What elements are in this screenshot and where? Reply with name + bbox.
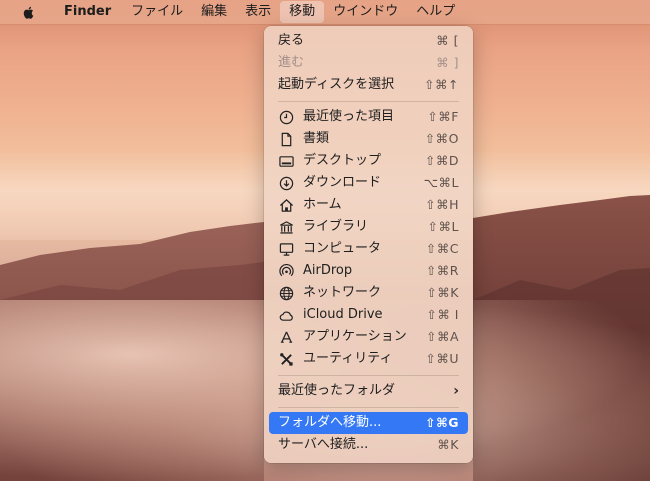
menu-edit[interactable]: 編集: [192, 1, 236, 23]
shortcut-label: ⌘ ]: [436, 55, 459, 70]
menu-item-label: ユーティリティ: [303, 351, 393, 366]
shortcut-label: ⇧⌘A: [425, 329, 459, 344]
shortcut-label: ⇧⌘F: [427, 109, 459, 124]
menu-view[interactable]: 表示: [236, 1, 280, 23]
shortcut-label: ⇧⌘D: [424, 153, 459, 168]
shortcut-label: ⇧⌘↑: [424, 77, 459, 92]
menu-file[interactable]: ファイル: [122, 1, 192, 23]
menu-item-icloud-drive[interactable]: iCloud Drive ⇧⌘ I: [269, 304, 468, 326]
clock-icon: [278, 109, 294, 125]
menu-item-home[interactable]: ホーム ⇧⌘H: [269, 194, 468, 216]
shortcut-label: ⌥⌘L: [423, 175, 459, 190]
shortcut-label: ⇧⌘C: [425, 241, 459, 256]
menu-item-label: 進む: [278, 55, 305, 70]
chevron-right-icon: ›: [453, 383, 459, 399]
cloud-icon: [278, 307, 294, 323]
shortcut-label: ⇧⌘R: [425, 263, 459, 278]
document-icon: [278, 131, 294, 147]
library-icon: [278, 219, 294, 235]
network-icon: [278, 285, 294, 301]
menu-item-connect-to-server[interactable]: サーバへ接続... ⌘K: [269, 434, 468, 456]
menu-item-label: フォルダへ移動...: [278, 415, 382, 430]
menu-item-label: 戻る: [278, 33, 305, 48]
menu-item-label: 最近使った項目: [303, 109, 395, 124]
menu-item-label: 起動ディスクを選択: [278, 77, 395, 92]
download-icon: [278, 175, 294, 191]
menu-item-label: デスクトップ: [303, 153, 382, 168]
menu-item-label: AirDrop: [303, 263, 353, 278]
menu-bar: Finder ファイル 編集 表示 移動 ウインドウ ヘルプ: [0, 0, 650, 24]
menu-item-forward: 進む ⌘ ]: [269, 52, 468, 74]
menu-item-documents[interactable]: 書類 ⇧⌘O: [269, 128, 468, 150]
menu-item-select-startup-disk[interactable]: 起動ディスクを選択 ⇧⌘↑: [269, 74, 468, 96]
menu-item-label: ネットワーク: [303, 285, 382, 300]
menu-separator: [278, 375, 459, 376]
menu-item-label: iCloud Drive: [303, 307, 383, 322]
shortcut-label: ⇧⌘ I: [426, 307, 459, 322]
menu-separator: [278, 101, 459, 102]
menu-item-back[interactable]: 戻る ⌘ [: [269, 30, 468, 52]
shortcut-label: ⌘K: [437, 437, 459, 452]
menu-item-label: ダウンロード: [303, 175, 382, 190]
menu-item-library[interactable]: ライブラリ ⇧⌘L: [269, 216, 468, 238]
menu-item-label: 最近使ったフォルダ: [278, 383, 396, 398]
apple-icon[interactable]: [19, 2, 39, 22]
computer-icon: [278, 241, 294, 257]
menu-item-label: アプリケーション: [303, 329, 407, 344]
desktop-icon: [278, 153, 294, 169]
menu-help[interactable]: ヘルプ: [407, 1, 464, 23]
menu-item-recent-folders[interactable]: 最近使ったフォルダ ›: [269, 380, 468, 402]
menu-item-utilities[interactable]: ユーティリティ ⇧⌘U: [269, 348, 468, 370]
menu-item-go-to-folder[interactable]: フォルダへ移動... ⇧⌘G: [269, 412, 468, 434]
go-dropdown-menu: 戻る ⌘ [ 進む ⌘ ] 起動ディスクを選択 ⇧⌘↑ 最近使った項目 ⇧⌘F …: [264, 26, 473, 463]
menu-separator: [278, 407, 459, 408]
shortcut-label: ⇧⌘K: [426, 285, 459, 300]
menu-item-downloads[interactable]: ダウンロード ⌥⌘L: [269, 172, 468, 194]
menu-go[interactable]: 移動: [280, 1, 325, 23]
shortcut-label: ⇧⌘O: [424, 131, 459, 146]
menu-item-label: コンピュータ: [303, 241, 382, 256]
applications-icon: [278, 329, 294, 345]
menu-window[interactable]: ウインドウ: [324, 1, 407, 23]
menu-item-label: サーバへ接続...: [278, 437, 369, 452]
menu-item-desktop[interactable]: デスクトップ ⇧⌘D: [269, 150, 468, 172]
utilities-icon: [278, 351, 294, 367]
menu-finder[interactable]: Finder: [55, 1, 120, 23]
airdrop-icon: [278, 263, 294, 279]
menu-item-airdrop[interactable]: AirDrop ⇧⌘R: [269, 260, 468, 282]
menu-item-label: ホーム: [303, 197, 342, 212]
menu-item-label: ライブラリ: [303, 219, 369, 234]
shortcut-label: ⇧⌘H: [425, 197, 459, 212]
shortcut-label: ⌘ [: [436, 33, 459, 48]
menu-item-applications[interactable]: アプリケーション ⇧⌘A: [269, 326, 468, 348]
shortcut-label: ⇧⌘G: [425, 415, 459, 430]
home-icon: [278, 197, 294, 213]
menu-item-recents[interactable]: 最近使った項目 ⇧⌘F: [269, 106, 468, 128]
shortcut-label: ⇧⌘U: [425, 351, 459, 366]
menu-item-label: 書類: [303, 131, 330, 146]
menu-item-computer[interactable]: コンピュータ ⇧⌘C: [269, 238, 468, 260]
menu-item-network[interactable]: ネットワーク ⇧⌘K: [269, 282, 468, 304]
shortcut-label: ⇧⌘L: [427, 219, 459, 234]
